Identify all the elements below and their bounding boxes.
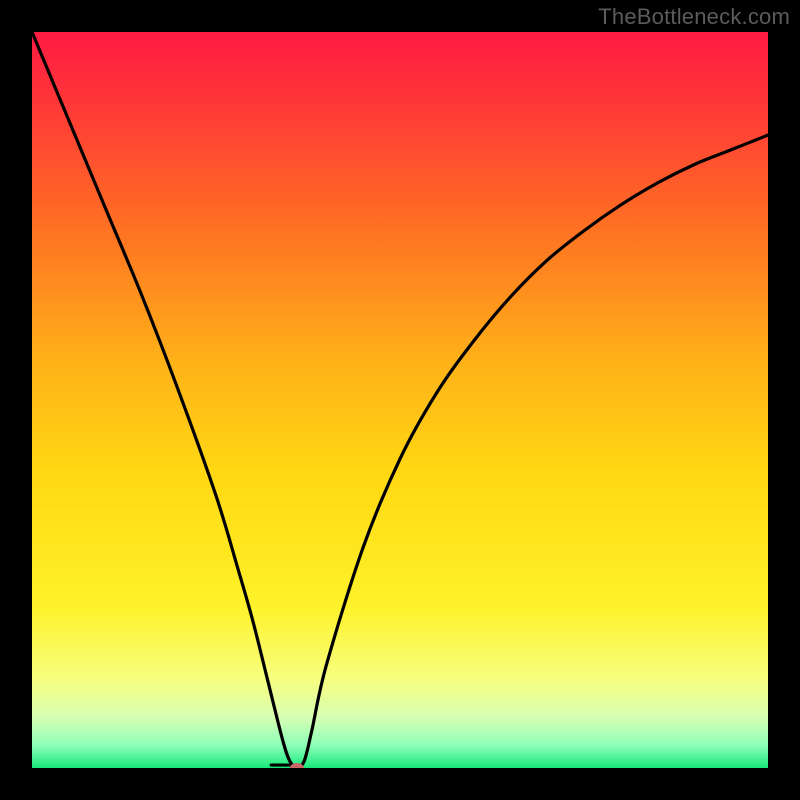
watermark-text: TheBottleneck.com <box>598 4 790 30</box>
plot-area <box>32 32 768 768</box>
chart-frame: TheBottleneck.com <box>0 0 800 800</box>
curve-layer <box>32 32 768 768</box>
bottleneck-curve <box>32 32 768 768</box>
